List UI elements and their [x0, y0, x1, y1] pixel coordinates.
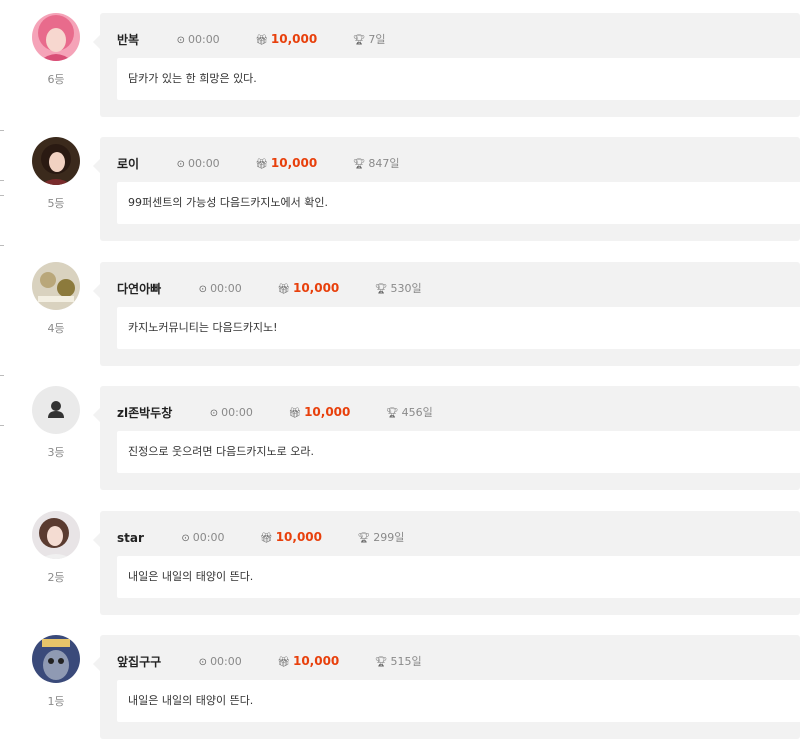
points-value: 10,000: [292, 654, 340, 668]
days-value: 847일: [368, 156, 400, 170]
attendance-entry: 5등 로이 ⊙ 00:00 🎁︎ 10,000 🏆︎ 847일 99퍼센트의 가능성 …: [0, 137, 800, 244]
avatar-column: 1등: [30, 635, 82, 709]
avatar[interactable]: [32, 137, 80, 185]
attendance-entry: 2등 star ⊙ 00:00 🎁︎ 10,000 🏆︎ 299일 내일은 내일의 태…: [0, 511, 800, 618]
rank-label: 3등: [47, 446, 65, 459]
gift-icon: 🎁︎: [255, 159, 268, 170]
days-value: 7일: [368, 32, 386, 46]
comment-message: 카지노커뮤니티는 다음드카지노!: [117, 307, 800, 349]
days-value: 530일: [390, 281, 422, 295]
nickname[interactable]: 반복: [117, 32, 139, 48]
points-value: 10,000: [275, 530, 323, 544]
time-value: 00:00: [187, 156, 220, 170]
default-user-icon: [48, 401, 64, 418]
avatar-column: 4등: [30, 262, 82, 336]
trophy-icon: 🏆︎: [374, 656, 388, 668]
days-value: 299일: [373, 530, 405, 544]
rank-label: 6등: [47, 73, 65, 86]
clock-icon: ⊙: [198, 656, 208, 668]
gift-icon: 🎁︎: [277, 284, 290, 295]
trophy-icon: 🏆︎: [352, 158, 366, 170]
nickname[interactable]: 다연아빠: [117, 281, 161, 297]
attendance-entry: 1등 앞집구구 ⊙ 00:00 🎁︎ 10,000 🏆︎ 515일 내일은 내일의 태…: [0, 635, 800, 742]
points-value: 10,000: [270, 32, 318, 46]
clock-icon: ⊙: [181, 532, 190, 544]
avatar-column: 2등: [30, 511, 82, 585]
clock-icon: ⊙: [209, 407, 219, 419]
nickname[interactable]: star: [117, 530, 144, 546]
comment-card: 다연아빠 ⊙ 00:00 🎁︎ 10,000 🏆︎ 530일 카지노커뮤니티는 다음드…: [93, 262, 800, 366]
avatar[interactable]: [32, 511, 80, 559]
nickname[interactable]: zl존박두창: [117, 405, 172, 421]
card-pointer: [93, 284, 100, 298]
avatar[interactable]: [32, 635, 80, 683]
avatar-column: 5등: [30, 137, 82, 211]
rank-label: 2등: [47, 571, 65, 584]
clock-icon: ⊙: [198, 283, 208, 295]
comment-message: 진정으로 웃으려면 다음드카지노로 오라.: [117, 431, 800, 473]
nickname[interactable]: 앞집구구: [117, 654, 161, 670]
trophy-icon: 🏆︎: [357, 532, 371, 544]
gift-icon: 🎁︎: [277, 657, 290, 668]
entry-meta: 앞집구구 ⊙ 00:00 🎁︎ 10,000 🏆︎ 515일: [117, 653, 422, 669]
days-value: 515일: [390, 654, 422, 668]
attendance-entry: 6등 반복 ⊙ 00:00 🎁︎ 10,000 🏆︎ 7일 담카가 있는 한 희망은 …: [0, 13, 800, 120]
avatar[interactable]: [32, 13, 80, 61]
points-value: 10,000: [270, 156, 318, 170]
trophy-icon: 🏆︎: [352, 34, 366, 46]
gift-icon: 🎁︎: [288, 408, 302, 419]
comment-card: star ⊙ 00:00 🎁︎ 10,000 🏆︎ 299일 내일은 내일의 태양이 …: [93, 511, 800, 615]
time-value: 00:00: [192, 530, 225, 544]
card-pointer: [93, 159, 100, 173]
attendance-entry: 3등 zl존박두창 ⊙ 00:00 🎁︎ 10,000 🏆︎ 456일 진정으로 웃으…: [0, 386, 800, 493]
days-value: 456일: [401, 405, 433, 419]
rank-label: 4등: [47, 322, 65, 335]
time-value: 00:00: [187, 32, 220, 46]
time-value: 00:00: [221, 405, 253, 419]
rank-label: 1등: [47, 695, 65, 708]
comment-card: zl존박두창 ⊙ 00:00 🎁︎ 10,000 🏆︎ 456일 진정으로 웃으려면 …: [93, 386, 800, 490]
avatar-column: 3등: [30, 386, 82, 460]
card-pointer: [93, 408, 100, 422]
card-pointer: [93, 533, 100, 547]
trophy-icon: 🏆︎: [385, 407, 399, 419]
comment-message: 담카가 있는 한 희망은 있다.: [117, 58, 800, 100]
time-value: 00:00: [210, 281, 242, 295]
comment-message: 99퍼센트의 가능성 다음드카지노에서 확인.: [117, 182, 800, 224]
clock-icon: ⊙: [176, 34, 185, 46]
gift-icon: 🎁︎: [255, 35, 268, 46]
comment-card: 로이 ⊙ 00:00 🎁︎ 10,000 🏆︎ 847일 99퍼센트의 가능성 다음드…: [93, 137, 800, 241]
entry-meta: 반복 ⊙ 00:00 🎁︎ 10,000 🏆︎ 7일: [117, 31, 386, 47]
points-value: 10,000: [304, 405, 351, 419]
avatar-column: 6등: [30, 13, 82, 87]
entry-meta: 다연아빠 ⊙ 00:00 🎁︎ 10,000 🏆︎ 530일: [117, 280, 422, 296]
comment-message: 내일은 내일의 태양이 뜬다.: [117, 680, 800, 722]
avatar[interactable]: [32, 386, 80, 434]
attendance-entry: 4등 다연아빠 ⊙ 00:00 🎁︎ 10,000 🏆︎ 530일 카지노커뮤니티는 …: [0, 262, 800, 369]
gift-icon: 🎁︎: [260, 533, 273, 544]
clock-icon: ⊙: [176, 158, 185, 170]
comment-message: 내일은 내일의 태양이 뜬다.: [117, 556, 800, 598]
rank-label: 5등: [47, 197, 65, 210]
nickname[interactable]: 로이: [117, 156, 139, 172]
entry-meta: 로이 ⊙ 00:00 🎁︎ 10,000 🏆︎ 847일: [117, 155, 400, 171]
entry-meta: star ⊙ 00:00 🎁︎ 10,000 🏆︎ 299일: [117, 529, 404, 545]
comment-card: 앞집구구 ⊙ 00:00 🎁︎ 10,000 🏆︎ 515일 내일은 내일의 태양이 …: [93, 635, 800, 739]
card-pointer: [93, 35, 100, 49]
points-value: 10,000: [292, 281, 340, 295]
card-pointer: [93, 657, 100, 671]
trophy-icon: 🏆︎: [374, 283, 388, 295]
entry-meta: zl존박두창 ⊙ 00:00 🎁︎ 10,000 🏆︎ 456일: [117, 404, 433, 420]
comment-card: 반복 ⊙ 00:00 🎁︎ 10,000 🏆︎ 7일 담카가 있는 한 희망은 있다.: [93, 13, 800, 117]
time-value: 00:00: [210, 654, 242, 668]
avatar[interactable]: [32, 262, 80, 310]
